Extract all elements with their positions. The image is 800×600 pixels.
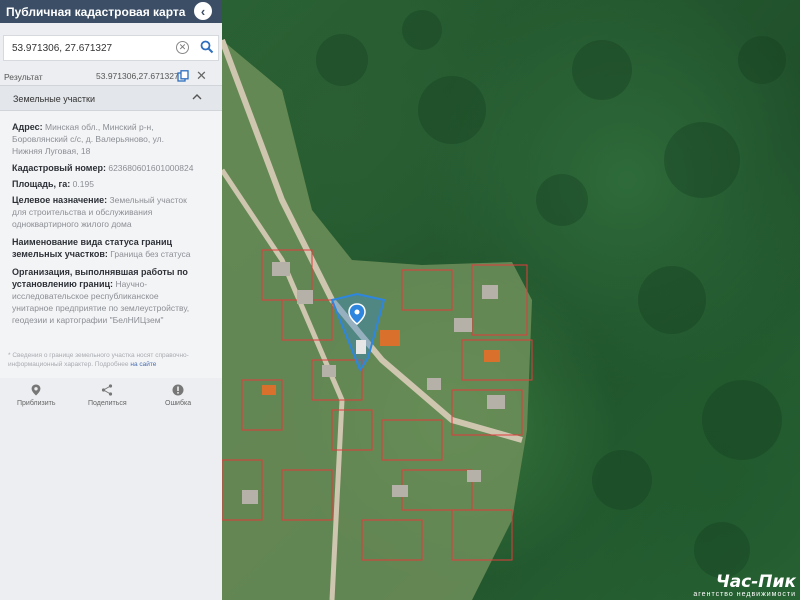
purpose-key: Целевое назначение:	[12, 195, 108, 205]
purpose-value-1: Земельный участок	[109, 195, 187, 205]
cadastre-field: Кадастровый номер: 623680601601000824	[12, 162, 193, 174]
copy-icon[interactable]	[177, 70, 189, 82]
org-value-2: исследовательское республиканское	[12, 291, 159, 301]
search-box: ✕	[3, 35, 219, 61]
watermark-logo: Час-Пик агентство недвижимости	[693, 573, 796, 598]
app-header: Публичная кадастровая карта	[0, 0, 222, 23]
org-key-2: установлению границ:	[12, 279, 114, 289]
clear-icon[interactable]: ✕	[176, 41, 189, 54]
share-button[interactable]: Поделиться	[88, 384, 127, 407]
result-coords: 53.971306,27.671327	[96, 71, 179, 81]
address-key: Адрес:	[12, 122, 43, 132]
report-error-button[interactable]: Ошибка	[165, 384, 191, 407]
note-link[interactable]: на сайте	[130, 361, 156, 368]
org-value-1: Научно-	[115, 279, 148, 289]
status-key-1: Наименование вида статуса границ	[12, 237, 173, 247]
status-field: Наименование вида статуса границ земельн…	[12, 236, 191, 260]
address-value-2: Боровлянский с/с, д. Валерьяново, ул.	[12, 134, 164, 144]
zoom-in-button[interactable]: Приблизить	[17, 384, 56, 407]
error-icon	[172, 384, 184, 396]
org-value-4: геодезии и картографии "БелНИЦзем"	[12, 315, 164, 325]
app-title: Публичная кадастровая карта	[6, 4, 186, 19]
side-panel: ✕ Результат 53.971306,27.671327 ✕ Земель…	[0, 23, 222, 600]
search-input[interactable]	[12, 42, 172, 54]
share-icon	[102, 384, 113, 396]
org-key-1: Организация, выполнявшая работы по	[12, 267, 188, 277]
purpose-field: Целевое назначение: Земельный участок дл…	[12, 194, 187, 230]
close-icon[interactable]: ✕	[196, 68, 207, 84]
location-pin-icon	[31, 384, 41, 396]
note-line-1: * Сведения о границе земельного участка …	[8, 352, 189, 359]
org-value-3: унитарное предприятие по землеустройству…	[12, 303, 190, 313]
map-overlay	[222, 10, 786, 600]
satellite-map[interactable]: Час-Пик агентство недвижимости	[222, 0, 800, 600]
address-value-3: Нижняя Луговая, 18	[12, 146, 91, 156]
disclaimer-note: * Сведения о границе земельного участка …	[8, 351, 208, 369]
status-key-2: земельных участков:	[12, 249, 108, 259]
area-key: Площадь, га:	[12, 179, 71, 189]
section-land-plots[interactable]: Земельные участки	[0, 85, 222, 111]
parcel-info: Адрес: Минская обл., Минский р-н, Боровл…	[0, 111, 222, 391]
watermark-subtitle: агентство недвижимости	[693, 591, 796, 598]
cadastre-key: Кадастровый номер:	[12, 163, 106, 173]
section-title: Земельные участки	[13, 94, 96, 104]
zoom-in-label: Приблизить	[17, 400, 56, 407]
share-label: Поделиться	[88, 400, 127, 407]
address-value-1: Минская обл., Минский р-н,	[44, 122, 154, 132]
search-icon[interactable]	[200, 40, 214, 54]
result-row: Результат 53.971306,27.671327 ✕	[0, 68, 222, 85]
address-field: Адрес: Минская обл., Минский р-н, Боровл…	[12, 121, 164, 157]
organization-field: Организация, выполнявшая работы по устан…	[12, 266, 189, 326]
chevron-up-icon[interactable]	[192, 93, 202, 101]
cadastre-value: 623680601601000824	[108, 163, 194, 173]
action-bar: Приблизить Поделиться Ошибка	[0, 378, 222, 418]
status-value: Граница без статуса	[110, 249, 191, 259]
watermark-title: Час-Пик	[715, 572, 796, 592]
result-label: Результат	[4, 72, 43, 82]
purpose-value-3: одноквартирного жилого дома	[12, 219, 132, 229]
area-value: 0.195	[72, 179, 94, 189]
note-line-2: информационный характер. Подробнее	[8, 361, 129, 368]
error-label: Ошибка	[165, 400, 192, 407]
chevron-left-icon: ‹	[200, 3, 206, 19]
purpose-value-2: для строительства и обслуживания	[12, 207, 153, 217]
area-field: Площадь, га: 0.195	[12, 178, 94, 190]
collapse-panel-button[interactable]: ‹	[192, 0, 214, 22]
